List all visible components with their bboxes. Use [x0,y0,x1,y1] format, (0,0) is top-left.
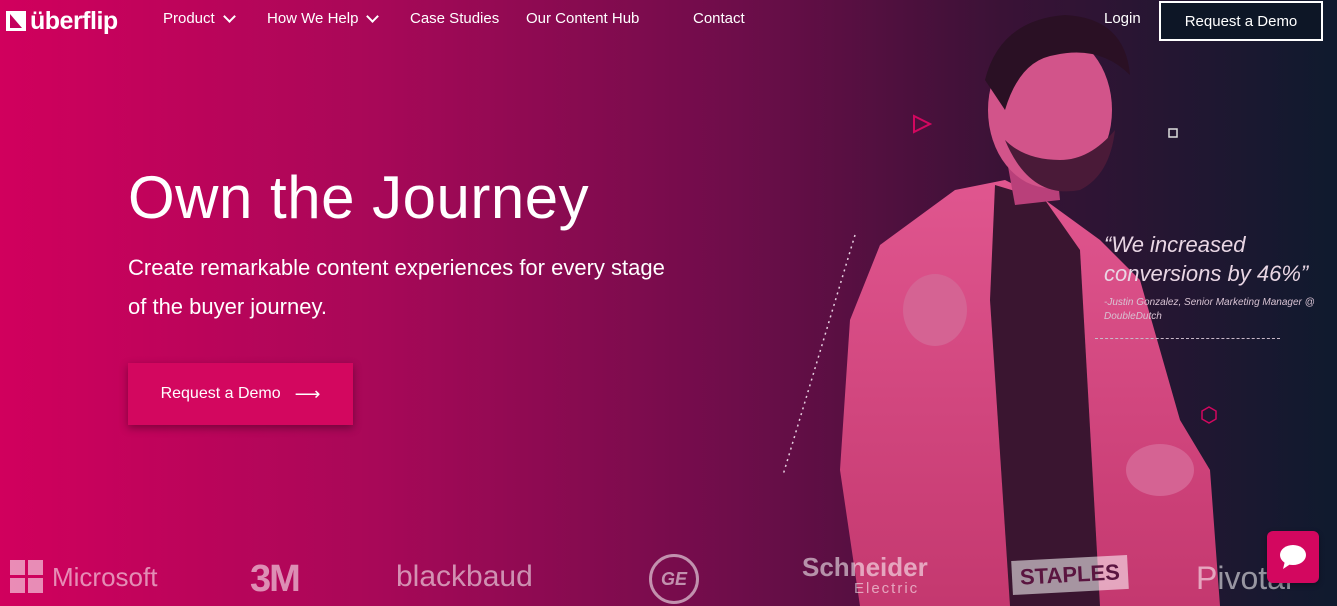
logo-mark-icon [6,11,26,31]
chat-bubble-icon [1280,545,1306,569]
ge-logo: GE [649,554,699,604]
nav-item-label: Case Studies [410,10,500,27]
quote-attribution: -Justin Gonzalez, Senior Marketing Manag… [1104,297,1315,322]
hero-title: Own the Journey [128,164,590,231]
3m-logo: 3M [250,558,301,600]
blackbaud-logo: blackbaud [396,560,533,593]
nav-item-contact[interactable]: Contact [693,10,745,27]
chevron-down-icon [222,10,236,23]
microsoft-logo: Microsoft [10,560,157,594]
nav-item-how-we-help[interactable]: How We Help [267,10,380,27]
nav-item-label: Our Content Hub [526,10,640,27]
microsoft-grid-icon [10,560,43,593]
square-decoration-icon [1168,128,1178,138]
nav-item-case-studies[interactable]: Case Studies [410,10,499,27]
hero-subtitle: Create remarkable content experiences fo… [128,255,665,319]
electric-logo-text: Electric [854,580,920,597]
nav-item-content-hub[interactable]: Our Content Hub [526,10,639,27]
request-demo-hero-button[interactable]: Request a Demo ⟶ [128,363,353,425]
nav-item-label: Contact [693,10,745,27]
microsoft-logo-text: Microsoft [52,561,158,592]
uberflip-logo[interactable]: überflip [6,6,118,36]
schneider-logo-text: Schneider [802,552,928,582]
staples-logo: STAPLES [1011,554,1129,596]
client-logos: Microsoft 3M blackbaud GE Schneider Elec… [0,548,1337,606]
triangle-decoration-icon [913,114,932,134]
logo-text: überflip [30,6,118,35]
testimonial-quote: “We increased conversions by 46%” -Justi… [1104,230,1324,324]
arrow-right-icon: ⟶ [294,383,321,404]
cta-label: Request a Demo [160,385,281,402]
chat-widget-button[interactable] [1267,531,1319,583]
nav-item-label: Product [163,10,215,27]
ge-logo-text: GE [660,568,687,589]
schneider-logo: Schneider Electric [802,552,928,600]
dotted-line-decoration [782,234,856,476]
quote-text: “We increased conversions by 46%” [1104,232,1309,286]
nav-item-label: How We Help [267,10,359,27]
nav-item-product[interactable]: Product [163,10,236,27]
quote-divider [1095,338,1280,339]
chevron-down-icon [366,10,380,23]
hexagon-decoration-icon [1201,406,1217,424]
